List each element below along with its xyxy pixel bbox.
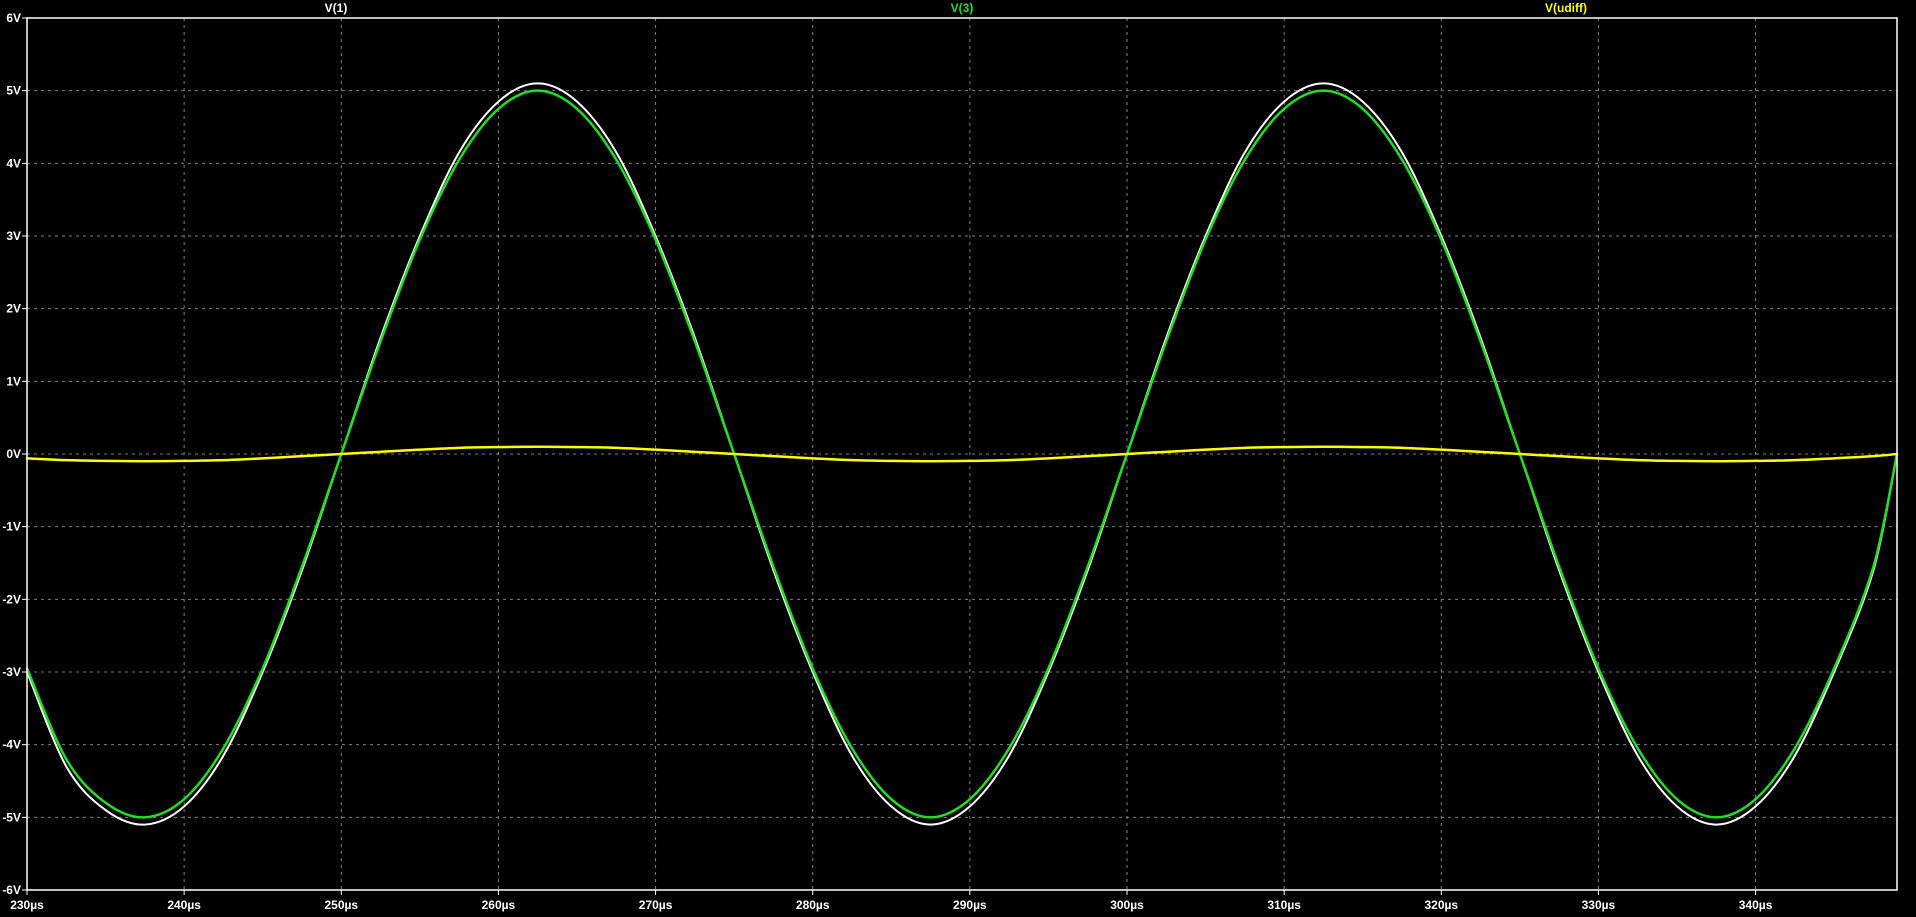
y-tick-label: 4V	[6, 156, 21, 170]
grid-layer	[27, 18, 1897, 890]
y-tick-label: -5V	[2, 810, 21, 824]
y-tick-label: 3V	[6, 229, 21, 243]
waveform-plot[interactable]: 6V 5V 4V 3V 2V 1V 0V -1V -2V -3V -4V -5V -6V230µs 240…	[0, 0, 1916, 917]
trace-label[interactable]: V(1)	[325, 1, 348, 15]
trace-label[interactable]: V(udiff)	[1545, 1, 1587, 15]
x-tick-label: 300µs	[1110, 898, 1144, 912]
y-tick-label: 0V	[6, 447, 21, 461]
y-tick-label: 2V	[6, 302, 21, 316]
y-tick-label: 6V	[6, 11, 21, 25]
y-tick-label: -6V	[2, 883, 21, 897]
y-tick-label: -1V	[2, 520, 21, 534]
y-tick-label: 1V	[6, 374, 21, 388]
waveform-plot-window: 6V 5V 4V 3V 2V 1V 0V -1V -2V -3V -4V -5V -6V 230µs 240…	[0, 0, 1916, 917]
trace-labels: V(1) V(3) V(udiff)	[325, 1, 1587, 15]
x-tick-label: 250µs	[324, 898, 358, 912]
y-tick-label: -4V	[2, 738, 21, 752]
x-tick-label: 320µs	[1424, 898, 1458, 912]
x-tick-label: 230µs	[10, 898, 44, 912]
x-tick-label: 330µs	[1582, 898, 1616, 912]
x-tick-label: 340µs	[1739, 898, 1773, 912]
y-tick-label: -3V	[2, 665, 21, 679]
y-tick-label: -2V	[2, 592, 21, 606]
trace-label[interactable]: V(3)	[951, 1, 974, 15]
x-tick-label: 260µs	[482, 898, 516, 912]
x-tick-label: 290µs	[953, 898, 987, 912]
x-tick-label: 280µs	[796, 898, 830, 912]
y-tick-label: 5V	[6, 84, 21, 98]
x-tick-label: 310µs	[1267, 898, 1301, 912]
x-tick-label: 240µs	[167, 898, 201, 912]
x-tick-label: 270µs	[639, 898, 673, 912]
